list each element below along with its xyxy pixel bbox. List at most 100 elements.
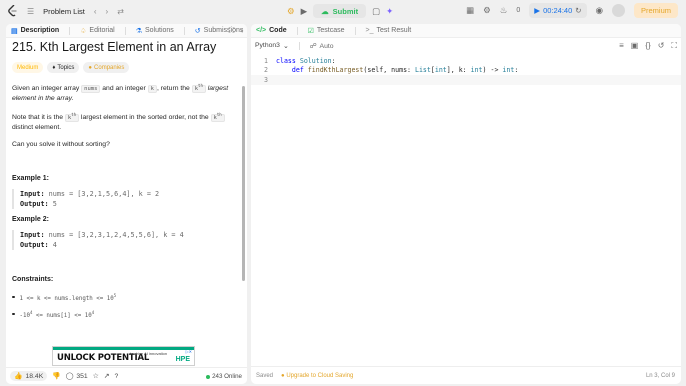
streak-fire-icon[interactable]: ♨ <box>500 5 508 16</box>
language-select[interactable]: Python3 ⌄ <box>255 42 289 50</box>
tab-editorial[interactable]: ♤ Editorial <box>80 27 115 35</box>
superscript: 4 <box>91 309 95 315</box>
bell-icon[interactable]: ◉ <box>596 5 603 16</box>
code-text: class Solution: <box>276 56 336 65</box>
text: largest element in the sorted order, not… <box>79 113 211 121</box>
thumbs-down-icon: 👎 <box>52 373 61 380</box>
saved-status: Saved <box>256 372 274 379</box>
timer[interactable]: ▶ 00:24:40 ↻ <box>529 3 587 18</box>
prev-problem-icon[interactable]: ‹ <box>94 7 97 16</box>
constraint-item: 1 <= k <= nums.length <= 105 <box>12 293 241 302</box>
code-editor[interactable]: 1 class Solution: 2 def findKthLargest(s… <box>251 54 681 350</box>
code-text: 1 <= k <= nums.length <= 10 <box>19 295 114 302</box>
testcase-icon: ☑ <box>307 27 314 35</box>
ai-sparkle-icon[interactable]: ✦ <box>386 6 393 17</box>
braces-icon[interactable]: {} <box>645 41 650 51</box>
help-button[interactable]: ? <box>114 373 118 380</box>
auto-label: Auto <box>319 42 334 50</box>
problem-description: 215. Kth Largest Element in an Array Med… <box>6 38 247 368</box>
submit-button[interactable]: ☁ Submit <box>313 4 367 18</box>
example-1-title: Example 1: <box>12 174 49 182</box>
ad-subtext: to drive AI innovation <box>130 351 168 356</box>
output-value: 5 <box>52 199 57 208</box>
top-navbar: ☰ Problem List ‹ › ⇄ ⚙ ▶ ☁ Submit ▢ ✦ ▦ … <box>0 0 686 22</box>
notes-icon[interactable]: ▢ <box>372 6 380 17</box>
shuffle-icon[interactable]: ⇄ <box>117 7 124 16</box>
submissions-icon: ↺ <box>194 27 201 35</box>
favorite-button[interactable]: ☆ <box>93 372 99 380</box>
tab-divider <box>69 26 71 35</box>
input-value: nums = [3,2,3,1,2,4,5,5,6], k = 4 <box>48 230 184 239</box>
description-paragraph-1: Given an integer array nums and an integ… <box>12 81 241 104</box>
tab-solutions[interactable]: ⚗ Solutions <box>136 27 174 35</box>
description-scrollbar[interactable] <box>242 86 245 281</box>
superscript: 5 <box>113 292 117 298</box>
superscript: th <box>198 83 203 88</box>
bookmark-icon[interactable]: ▣ <box>631 41 639 51</box>
tab-testcase[interactable]: ☑ Testcase <box>308 27 345 35</box>
inline-code: k <box>147 84 157 93</box>
dislike-button[interactable]: 👎 <box>52 372 60 380</box>
companies-badge[interactable]: ● Companies <box>83 62 130 73</box>
comments-button[interactable]: ◯ 351 <box>66 372 88 381</box>
tab-description[interactable]: ▤ Description <box>11 27 59 35</box>
share-icon: ↗ <box>103 373 110 380</box>
tab-code[interactable]: </> Code <box>256 27 287 34</box>
code-text: def findKthLargest(self, nums: List[int]… <box>291 66 519 75</box>
ad-choices-icon[interactable]: ▷✕ <box>186 349 192 354</box>
editor-statusbar: Saved ● Upgrade to Cloud Saving Ln 3, Co… <box>251 366 681 384</box>
chevron-down-icon: ⌄ <box>282 43 289 50</box>
toolbar-divider <box>298 42 300 50</box>
upgrade-label: Upgrade to Cloud Saving <box>286 372 354 379</box>
solutions-icon: ⚗ <box>135 27 142 35</box>
fullscreen-icon[interactable]: ⛶ <box>671 41 677 51</box>
comment-count: 351 <box>76 372 88 380</box>
leetcode-logo-icon[interactable] <box>8 5 18 17</box>
ad-brand: HPE <box>175 356 190 363</box>
tag-icon: ♦ <box>52 64 56 71</box>
share-button[interactable]: ↗ <box>104 372 110 380</box>
debug-icon[interactable]: ⚙ <box>287 6 295 17</box>
code-text: -10 <box>19 312 30 319</box>
avatar[interactable] <box>611 4 625 17</box>
collapse-icon[interactable]: ‹ <box>240 26 243 36</box>
difficulty-badge[interactable]: Medium <box>12 62 44 73</box>
text: , return the <box>156 84 192 92</box>
next-problem-icon[interactable]: › <box>106 7 109 16</box>
tab-label: Test Result <box>376 27 412 34</box>
problem-list-icon[interactable]: ☰ <box>27 7 34 16</box>
code-line-active: 3 <box>251 75 681 85</box>
tab-test-result[interactable]: >_ Test Result <box>366 27 412 34</box>
description-panel: ▤ Description ♤ Editorial ⚗ Solutions ↺ … <box>6 24 247 384</box>
online-count: 243 Online <box>212 373 242 380</box>
tab-label: Testcase <box>316 27 345 34</box>
maximize-icon[interactable]: ⛶ <box>229 26 235 36</box>
output-value: 4 <box>52 240 57 249</box>
premium-button[interactable]: Premium <box>633 3 678 18</box>
auto-mode-toggle[interactable]: ☍ Auto <box>310 42 334 51</box>
online-indicator: 243 Online <box>206 373 242 380</box>
constraints-title: Constraints: <box>12 275 54 283</box>
run-icon[interactable]: ▶ <box>301 6 308 17</box>
format-icon[interactable]: ≡ <box>619 41 624 51</box>
topics-badge[interactable]: ♦ Topics <box>47 62 80 73</box>
code-line: 1 class Solution: <box>251 56 681 66</box>
problem-badges: Medium ♦ Topics ● Companies <box>12 62 241 73</box>
streak-count: 0 <box>516 7 521 14</box>
problem-list-link[interactable]: Problem List <box>43 7 85 16</box>
lock-icon: ● <box>88 64 93 71</box>
settings-icon[interactable]: ⚙ <box>483 5 491 16</box>
bullet <box>12 312 15 316</box>
tab-label: Solutions <box>145 27 174 34</box>
online-dot-icon <box>206 374 211 379</box>
topics-label: Topics <box>57 64 75 71</box>
inline-code: nums <box>81 84 101 93</box>
cursor-position: Ln 3, Col 9 <box>645 373 675 379</box>
like-button[interactable]: 👍 18.4K <box>10 371 48 381</box>
reset-code-icon[interactable]: ↺ <box>658 41 665 51</box>
upgrade-cloud-link[interactable]: ● Upgrade to Cloud Saving <box>281 373 353 379</box>
layout-icon[interactable]: ▦ <box>466 5 474 16</box>
advertisement-banner[interactable]: UNLOCK POTENTIAL to drive AI innovation … <box>52 346 195 366</box>
ad-accent-bar <box>53 347 194 350</box>
